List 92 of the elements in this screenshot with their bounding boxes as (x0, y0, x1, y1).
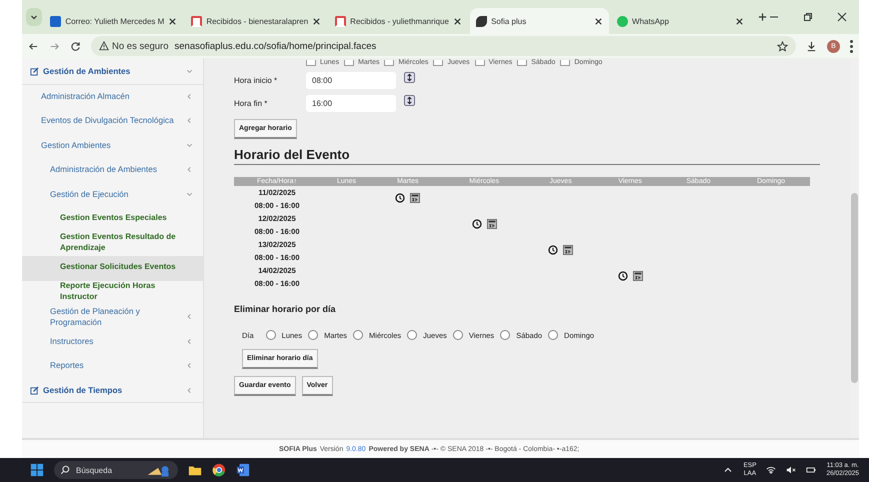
spinner-icon[interactable] (404, 72, 415, 83)
checkbox[interactable] (560, 60, 570, 66)
mail-icon (50, 16, 62, 26)
sidebar-item[interactable]: Eventos de Divulgación Tecnológica (22, 109, 203, 134)
section-heading: Horario del Evento (234, 147, 820, 165)
security-chip[interactable]: No es seguro (99, 40, 169, 52)
reload-icon[interactable] (70, 40, 81, 52)
address-bar[interactable]: No es seguro senasofiaplus.edu.co/sofia/home/principal.faces (91, 36, 796, 56)
edit-icon (30, 386, 39, 395)
download-icon[interactable] (806, 40, 817, 52)
radio-button[interactable] (407, 330, 418, 340)
menu-icon[interactable] (850, 40, 853, 52)
field-label: Hora inicio * (234, 76, 278, 85)
chevron-left-icon (186, 313, 193, 320)
restore-icon[interactable] (803, 12, 813, 22)
forward-icon[interactable] (49, 40, 60, 52)
radio-button[interactable] (548, 330, 558, 340)
radio-button[interactable] (308, 330, 318, 340)
sidebar-item[interactable]: Gestión de Planeación y Programación (22, 305, 203, 330)
chevron-down-icon (30, 13, 38, 21)
chevron-down-icon (186, 190, 193, 198)
calendar-icon[interactable] (632, 271, 643, 281)
close-icon[interactable] (453, 16, 462, 26)
tab-search-button[interactable] (26, 8, 42, 26)
chevron-left-icon (186, 338, 193, 345)
sidebar-item[interactable]: Gestión de Ambientes (22, 60, 203, 84)
document-icon[interactable] (236, 463, 250, 477)
checkbox[interactable] (433, 60, 444, 66)
battery-icon[interactable] (806, 465, 816, 475)
chevron-left-icon (186, 362, 193, 370)
close-icon[interactable] (837, 12, 847, 22)
sidebar-item[interactable]: Instructores (22, 330, 203, 354)
calendar-icon[interactable] (410, 193, 420, 203)
clock-icon[interactable] (548, 245, 558, 255)
sidebar-item[interactable]: Gestionar Solicitudes Eventos (22, 256, 203, 280)
close-icon[interactable] (312, 16, 322, 26)
time-input[interactable]: 16:00 (306, 95, 396, 112)
radio-button[interactable] (452, 330, 463, 340)
radio-button[interactable] (266, 330, 276, 340)
sidebar-item[interactable]: Administración de Ambientes (22, 158, 203, 182)
start-icon[interactable] (30, 463, 44, 477)
sidebar-item[interactable]: Gestión de Ejecución (22, 182, 203, 207)
field-label: Hora fin * (234, 99, 268, 108)
section-heading: Eliminar horario por día (234, 304, 336, 314)
browser-tab[interactable]: Recibidos - yuliethmanrique (329, 8, 468, 34)
sidebar-item[interactable]: Gestion Eventos Resultado de Aprendizaje (22, 232, 203, 256)
mute-icon[interactable] (786, 465, 796, 475)
calendar-icon[interactable] (486, 219, 497, 229)
chevron-left-icon (186, 92, 193, 100)
chevron-down-icon (186, 68, 193, 76)
warning-icon (99, 41, 109, 51)
edit-icon (30, 67, 39, 76)
sidebar-item[interactable]: Gestion Ambientes (22, 134, 203, 158)
sidebar-item[interactable]: Reportes (22, 354, 203, 378)
sidebar-item[interactable]: Gestión de Tiempos (22, 378, 203, 403)
time-input[interactable]: 08:00 (306, 72, 396, 89)
back-icon[interactable] (28, 40, 39, 52)
chevron-left-icon (186, 117, 193, 124)
clock-icon[interactable] (618, 271, 628, 281)
clock-icon[interactable] (472, 219, 482, 229)
logo-icon (476, 16, 488, 26)
checkbox[interactable] (384, 60, 394, 66)
checkbox[interactable] (517, 60, 528, 66)
radio-button[interactable] (500, 330, 510, 340)
star-icon[interactable] (777, 40, 788, 52)
browser-tab[interactable]: Recibidos - bienestaralapren (185, 8, 328, 34)
clock-icon[interactable] (395, 193, 406, 203)
spinner-icon[interactable] (404, 95, 415, 106)
search-icon (60, 465, 70, 475)
close-icon[interactable] (168, 16, 178, 26)
sidebar-item[interactable]: Administración Almacén (22, 84, 203, 109)
chat-icon (617, 16, 628, 26)
new-tab-icon[interactable] (758, 12, 767, 22)
checkbox[interactable] (306, 60, 316, 66)
checkbox[interactable] (344, 60, 354, 66)
wifi-icon[interactable] (766, 465, 776, 475)
sidebar-item[interactable]: Gestion Eventos Especiales (22, 207, 203, 232)
browser-tab[interactable]: Sofia plus (470, 8, 610, 34)
close-icon[interactable] (734, 16, 744, 26)
browser-tab[interactable]: WhatsApp (611, 8, 750, 34)
chevron-down-icon (186, 142, 193, 149)
calendar-icon[interactable] (563, 245, 574, 255)
chevron-left-icon (186, 166, 193, 174)
url-text: senasofiaplus.edu.co/sofia/home/principal.faces (174, 40, 378, 52)
close-icon[interactable] (594, 16, 604, 26)
sidebar-item[interactable]: Reporte Ejecución Horas Instructor (22, 280, 203, 305)
chevron-left-icon (186, 386, 193, 394)
radio-button[interactable] (353, 330, 364, 340)
taskbar-search[interactable]: Búsqueda (54, 461, 178, 479)
browser-tab[interactable]: Correo: Yulieth Mercedes M (44, 8, 184, 34)
browser-icon[interactable] (212, 463, 226, 477)
checkbox[interactable] (474, 60, 485, 66)
